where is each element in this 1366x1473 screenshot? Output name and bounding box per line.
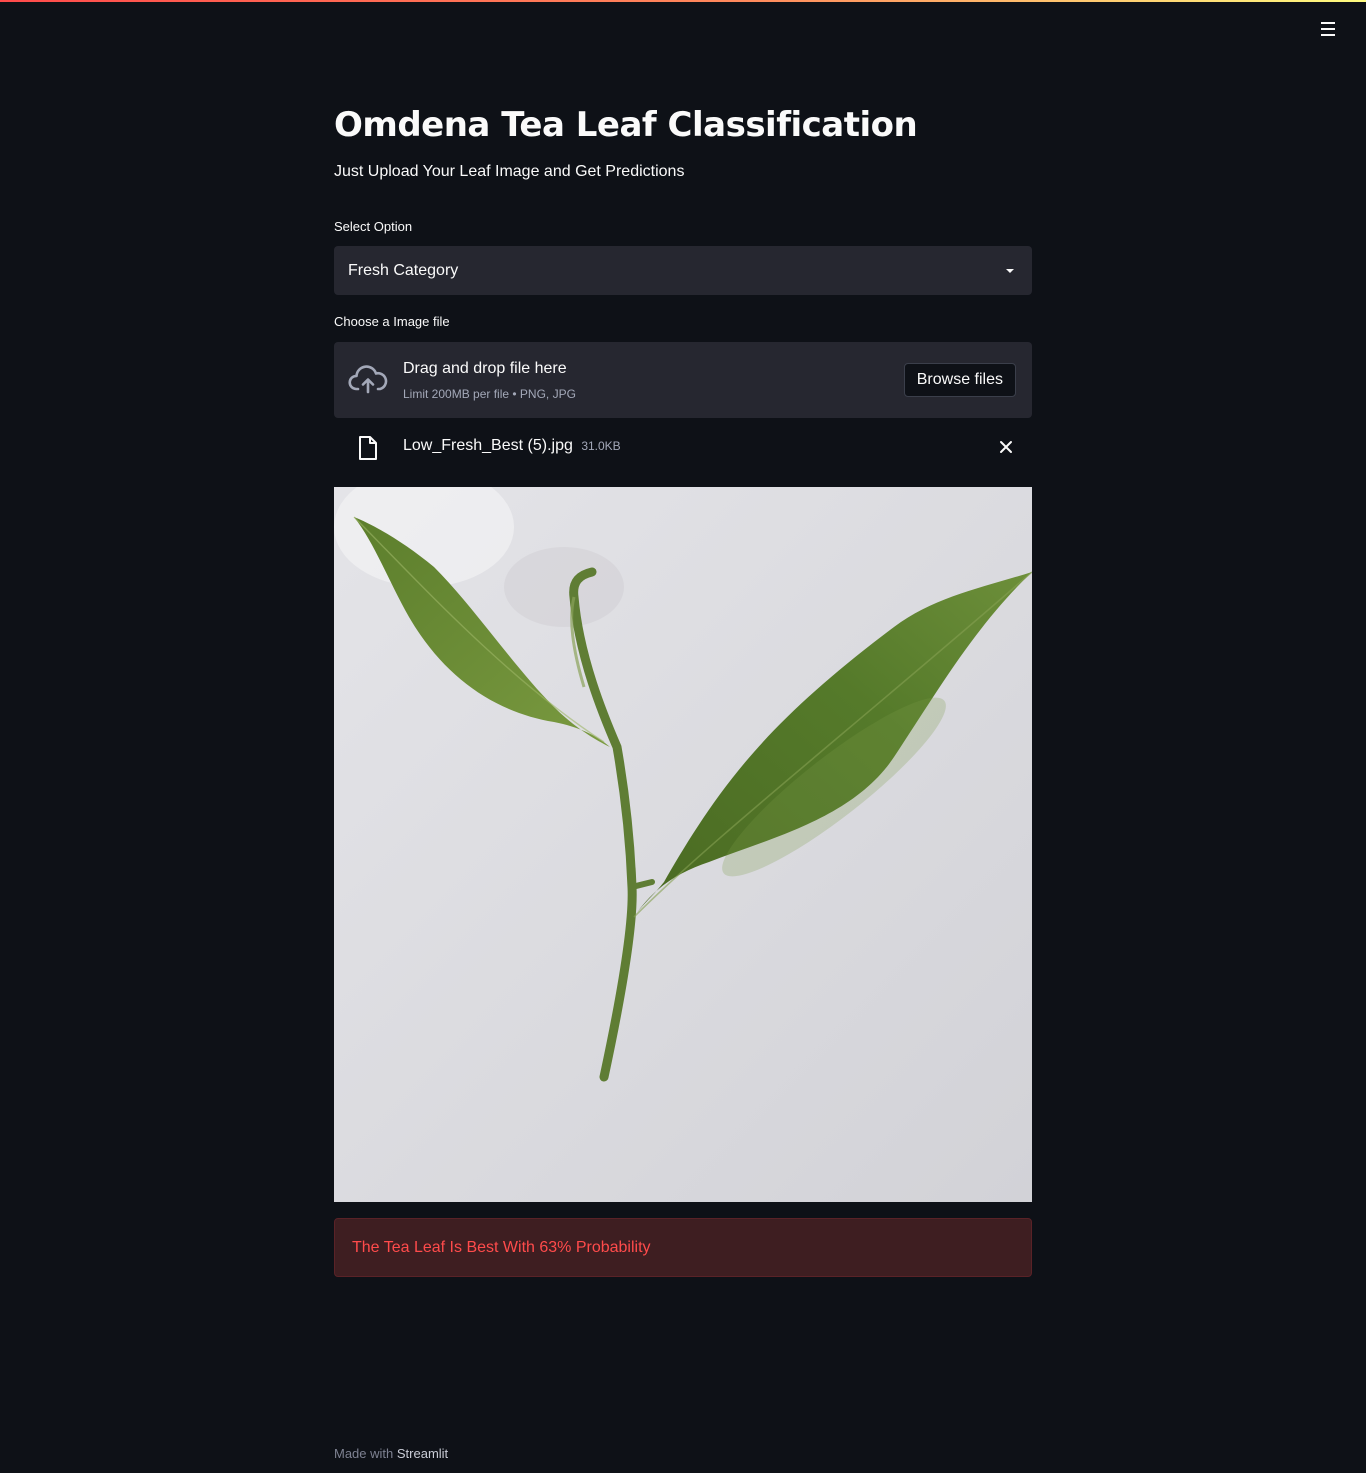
file-name-text: Low_Fresh_Best (5).jpg <box>403 437 573 454</box>
file-uploader-label: Choose a Image file <box>334 314 450 329</box>
uploaded-file-item: Low_Fresh_Best (5).jpg 31.0KB <box>334 426 1032 470</box>
footer-prefix: Made with <box>334 1446 394 1461</box>
cloud-upload-icon <box>348 365 388 394</box>
select-option-label: Select Option <box>334 219 413 234</box>
caret-down-icon <box>1006 268 1014 273</box>
hamburger-menu-icon[interactable] <box>1316 18 1340 40</box>
tea-leaf-illustration <box>334 487 1032 1202</box>
file-size-text: 31.0KB <box>581 439 621 453</box>
streamlit-link[interactable]: Streamlit <box>397 1446 448 1461</box>
browse-files-button[interactable]: Browse files <box>903 363 1016 397</box>
uploaded-file-name: Low_Fresh_Best (5).jpg 31.0KB <box>403 437 621 455</box>
select-value: Fresh Category <box>348 261 459 279</box>
top-decoration-bar <box>0 0 1366 2</box>
close-icon[interactable] <box>996 437 1016 457</box>
page-title: Omdena Tea Leaf Classification <box>334 105 918 145</box>
prediction-result-text: The Tea Leaf Is Best With 63% Probabilit… <box>352 1238 651 1256</box>
category-select[interactable]: Fresh Category <box>334 246 1032 295</box>
prediction-result-alert: The Tea Leaf Is Best With 63% Probabilit… <box>334 1218 1032 1277</box>
file-icon <box>359 436 377 460</box>
dropzone-limit-text: Limit 200MB per file • PNG, JPG <box>403 387 576 401</box>
file-dropzone[interactable]: Drag and drop file here Limit 200MB per … <box>334 342 1032 418</box>
page-subtitle: Just Upload Your Leaf Image and Get Pred… <box>334 163 685 180</box>
uploaded-leaf-image <box>334 487 1032 1202</box>
footer: Made with Streamlit <box>334 1446 448 1461</box>
dropzone-instruction: Drag and drop file here <box>403 360 567 377</box>
